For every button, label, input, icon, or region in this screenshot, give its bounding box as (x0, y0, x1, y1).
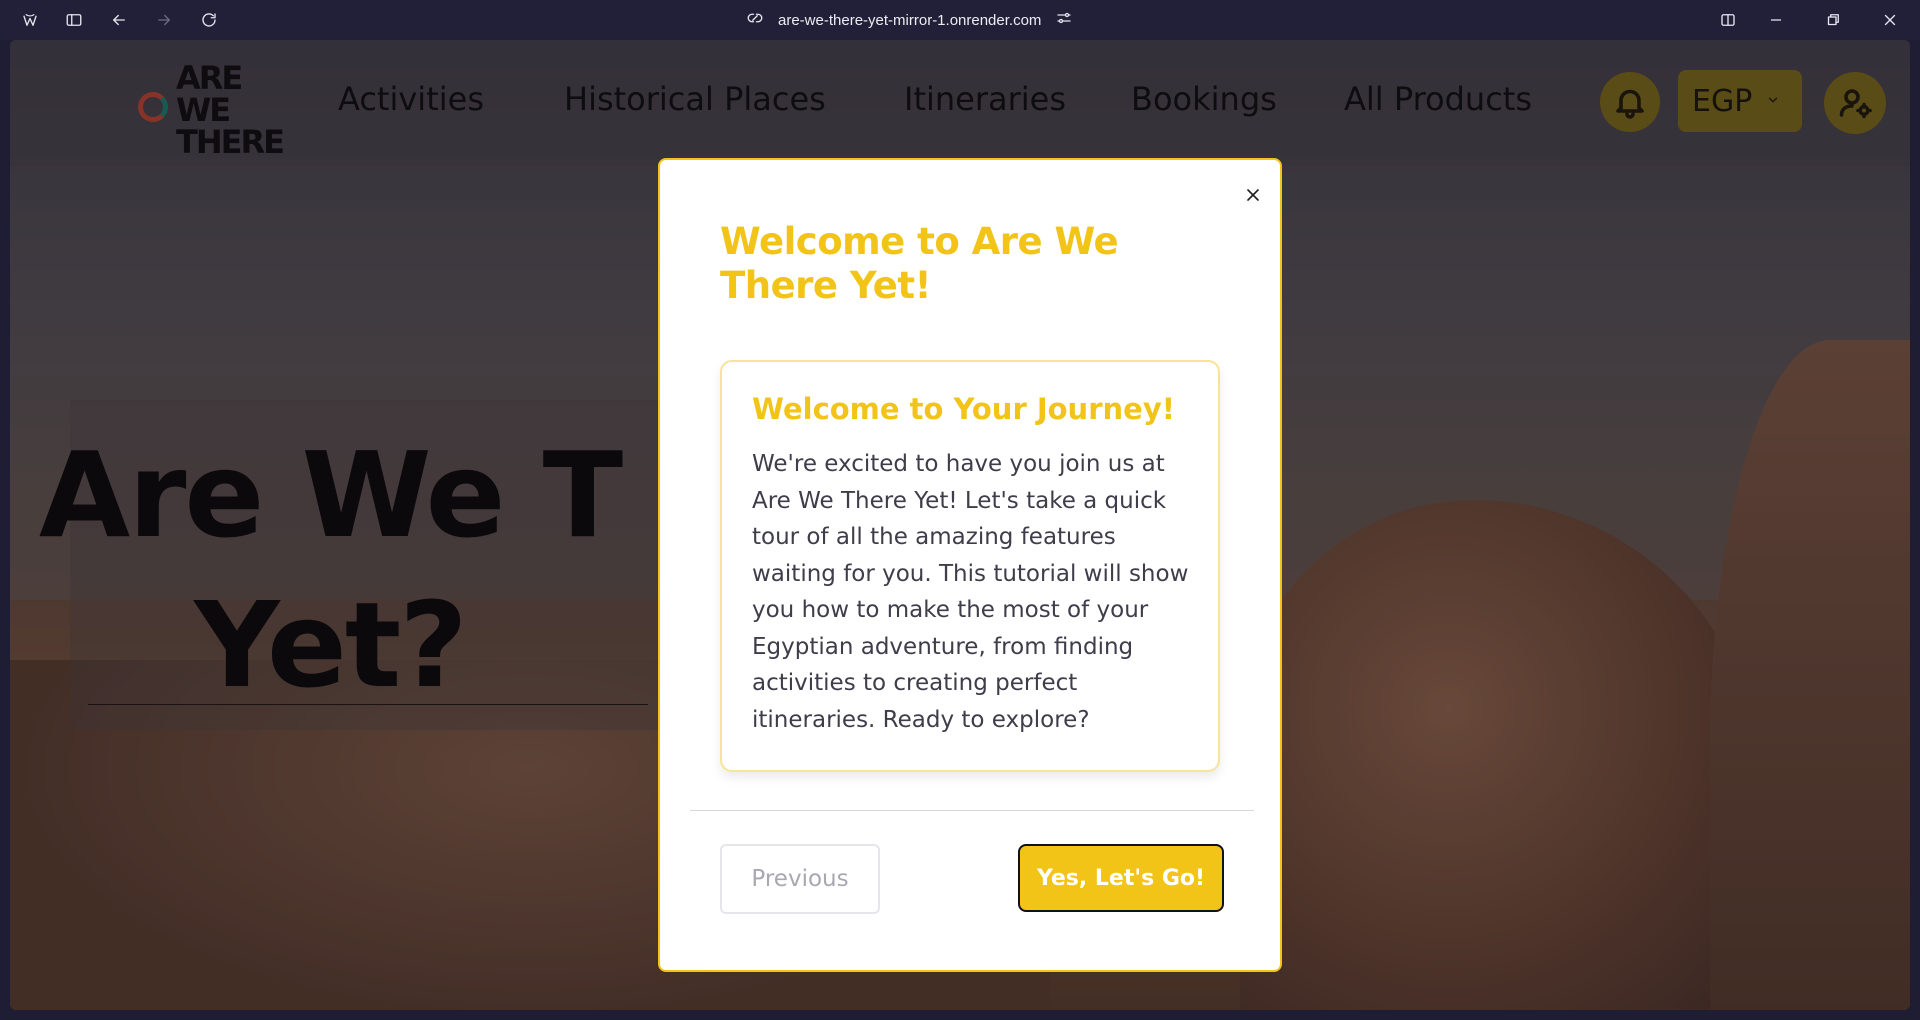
welcome-modal: Welcome to Are We There Yet! Welcome to … (658, 158, 1282, 972)
back-icon[interactable] (107, 8, 131, 32)
reload-icon[interactable] (197, 8, 221, 32)
close-modal-button[interactable] (1238, 180, 1268, 210)
tour-step-body: We're excited to have you join us at Are… (752, 451, 1189, 733)
tour-step-card: Welcome to Your Journey! We're excited t… (720, 360, 1220, 772)
modal-title: Welcome to Are We There Yet! (720, 220, 1119, 307)
url-text[interactable]: are-we-there-yet-mirror-1.onrender.com (778, 12, 1041, 29)
close-window-icon[interactable] (1878, 8, 1902, 32)
restore-icon[interactable] (1821, 8, 1845, 32)
modal-divider (690, 810, 1254, 811)
confirm-button[interactable]: Yes, Let's Go! (1018, 844, 1224, 912)
forward-icon[interactable] (152, 8, 176, 32)
minimize-icon[interactable] (1764, 8, 1788, 32)
browser-logo-icon[interactable] (18, 8, 42, 32)
address-bar[interactable]: are-we-there-yet-mirror-1.onrender.com (746, 0, 1073, 40)
site-settings-icon[interactable] (1055, 9, 1073, 31)
previous-button[interactable]: Previous (720, 844, 880, 914)
tour-step-title: Welcome to Your Journey! (752, 392, 1175, 426)
browser-toolbar: are-we-there-yet-mirror-1.onrender.com (0, 0, 1920, 40)
close-icon (1247, 189, 1259, 201)
link-icon (746, 9, 764, 31)
page-viewport: Are We T Yet? ARE WE THERE Activities Hi… (10, 40, 1910, 1010)
sidebar-toggle-icon[interactable] (62, 8, 86, 32)
split-view-icon[interactable] (1716, 8, 1740, 32)
